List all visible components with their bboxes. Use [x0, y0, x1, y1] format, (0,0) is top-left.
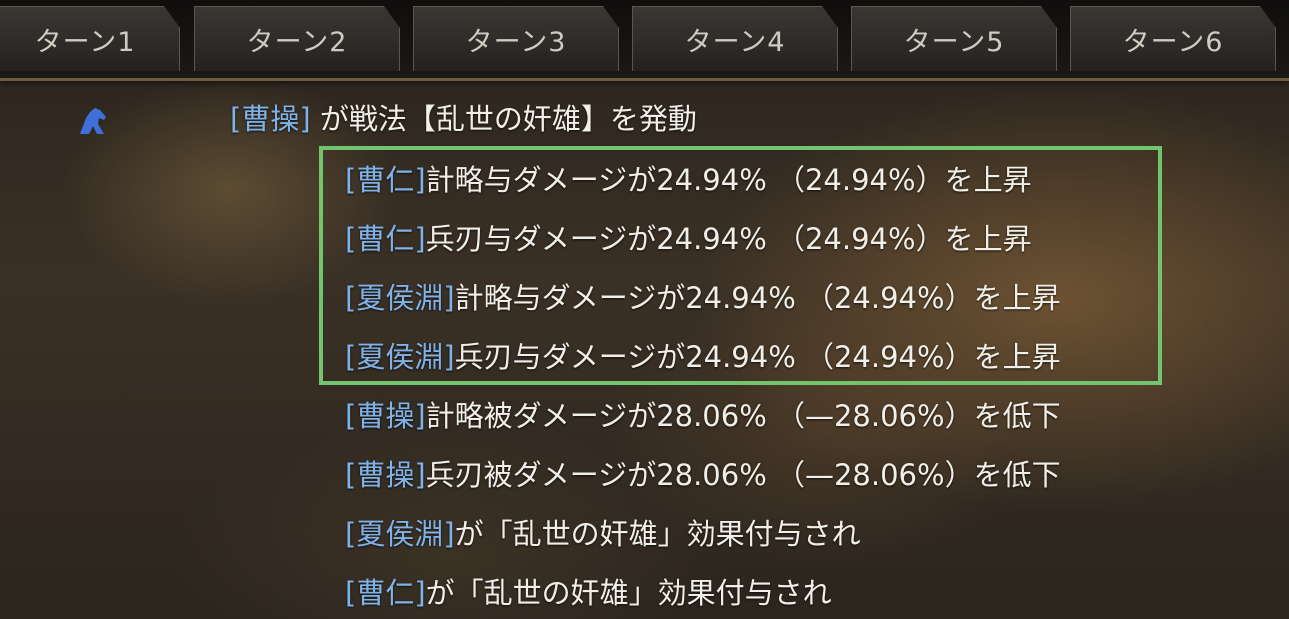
log-header: [曹操] が戦法【乱世の奸雄】を発動: [230, 102, 697, 136]
log-line: [曹操]兵刃被ダメージが28.06% （—28.06%）を低下: [345, 458, 1061, 492]
tab-label: ターン4: [684, 26, 786, 58]
log-text: が「乱世の奸雄」効果付与され: [425, 576, 832, 610]
tab-turn-2[interactable]: ターン2: [194, 6, 400, 71]
tab-label: ターン1: [34, 26, 136, 58]
tab-turn-6[interactable]: ターン6: [1070, 6, 1276, 71]
turn-tab-bar: ターン1 ターン2 ターン3 ターン4 ターン5 ターン6: [0, 0, 1289, 81]
actor-name: [曹操]: [230, 102, 311, 136]
log-line: [夏侯淵]が「乱世の奸雄」効果付与され: [345, 517, 861, 551]
tab-turn-3[interactable]: ターン3: [413, 6, 619, 71]
log-line: [曹操]計略被ダメージが28.06% （—28.06%）を低下: [345, 399, 1061, 433]
tab-label: ターン3: [465, 26, 567, 58]
target-name: [曹仁]: [345, 576, 426, 610]
log-line: [曹仁]が「乱世の奸雄」効果付与され: [345, 576, 832, 610]
tab-turn-1[interactable]: ターン1: [0, 6, 180, 71]
tab-label: ターン6: [1122, 26, 1224, 58]
header-text: が戦法【乱世の奸雄】を発動: [310, 102, 697, 136]
log-text: 計略被ダメージが28.06% （—28.06%）を低下: [425, 399, 1061, 433]
tab-label: ターン5: [903, 26, 1005, 58]
tab-turn-4[interactable]: ターン4: [632, 6, 838, 71]
log-text: 兵刃被ダメージが28.06% （—28.06%）を低下: [425, 458, 1061, 492]
tab-label: ターン2: [246, 26, 348, 58]
log-text: が「乱世の奸雄」効果付与され: [454, 517, 861, 551]
highlight-box: [319, 146, 1162, 385]
horse-icon: [80, 108, 106, 134]
target-name: [曹操]: [345, 458, 426, 492]
tab-turn-5[interactable]: ターン5: [851, 6, 1057, 71]
target-name: [夏侯淵]: [345, 517, 455, 551]
target-name: [曹操]: [345, 399, 426, 433]
